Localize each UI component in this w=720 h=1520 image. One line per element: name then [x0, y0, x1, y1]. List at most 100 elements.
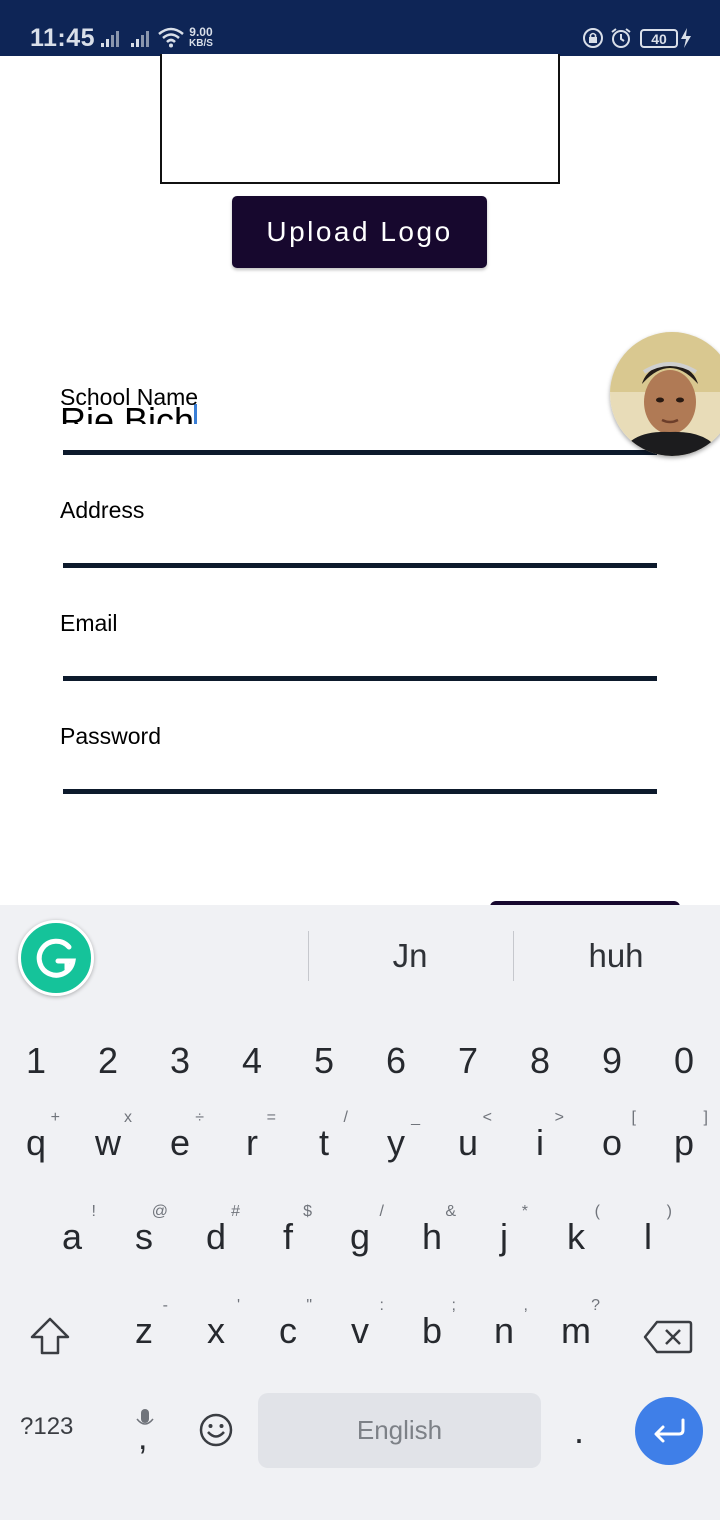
key-label: z	[135, 1310, 153, 1351]
key-0[interactable]: 0	[654, 1031, 714, 1111]
key-g[interactable]: g /	[330, 1199, 390, 1279]
password-field[interactable]: Password	[60, 723, 660, 833]
key-4[interactable]: 4	[222, 1031, 282, 1111]
period-key[interactable]: .	[574, 1410, 584, 1452]
key-label: 6	[385, 1040, 407, 1081]
key-t[interactable]: t /	[294, 1105, 354, 1185]
key-x[interactable]: x '	[186, 1293, 246, 1373]
key-1[interactable]: 1	[6, 1031, 66, 1111]
key-label: h	[421, 1216, 443, 1257]
suggestion-1[interactable]: Jn	[310, 937, 510, 975]
shift-key-icon[interactable]	[28, 1315, 72, 1359]
key-label: 1	[25, 1040, 47, 1081]
key-u[interactable]: u <	[438, 1105, 498, 1185]
key-label: g	[349, 1216, 371, 1257]
email-label: Email	[60, 610, 118, 636]
key-l[interactable]: l)	[618, 1199, 678, 1279]
key-hint: _	[411, 1109, 420, 1126]
key-6[interactable]: 6	[366, 1031, 426, 1111]
password-underline	[63, 789, 657, 794]
password-label: Password	[60, 723, 161, 749]
comma-mic-key[interactable]: ,	[130, 1407, 160, 1459]
key-5[interactable]: 5	[294, 1031, 354, 1111]
rotation-lock-icon	[583, 28, 603, 48]
signal-strength-icon	[131, 31, 149, 47]
key-d[interactable]: d #	[186, 1199, 246, 1279]
key-hint: /	[343, 1109, 348, 1126]
key-label: r	[246, 1122, 258, 1163]
app-screen: 11:45 9.00 KB/S 40 Upload Logo School Na…	[0, 0, 720, 1520]
key-y[interactable]: y _	[366, 1105, 426, 1185]
key-label: 0	[673, 1040, 695, 1081]
grammarly-button[interactable]	[18, 920, 94, 996]
key-label: 5	[313, 1040, 335, 1081]
logo-preview-box	[160, 54, 560, 184]
address-underline	[63, 563, 657, 568]
key-p[interactable]: p]	[654, 1105, 714, 1185]
space-key[interactable]: English	[258, 1393, 541, 1468]
key-8[interactable]: 8	[510, 1031, 570, 1111]
key-hint: '	[236, 1297, 240, 1314]
key-label: c	[279, 1310, 297, 1351]
key-label: w	[95, 1122, 121, 1163]
key-k[interactable]: k(	[546, 1199, 606, 1279]
key-hint: ]	[703, 1109, 708, 1126]
address-field[interactable]: Address	[60, 497, 660, 607]
key-7[interactable]: 7	[438, 1031, 498, 1111]
key-label: o	[601, 1122, 623, 1163]
key-hint: #	[231, 1203, 240, 1220]
key-label: v	[351, 1310, 369, 1351]
enter-arrow-icon	[654, 1418, 685, 1443]
backspace-key-icon[interactable]	[643, 1319, 693, 1355]
key-c[interactable]: c "	[258, 1293, 318, 1373]
key-hint: )	[666, 1203, 672, 1220]
symbols-key[interactable]: ?123	[20, 1413, 73, 1441]
key-9[interactable]: 9	[582, 1031, 642, 1111]
upload-logo-button[interactable]: Upload Logo	[232, 196, 487, 268]
email-field[interactable]: Email	[60, 610, 660, 720]
key-i[interactable]: i >	[510, 1105, 570, 1185]
key-label: k	[567, 1216, 585, 1257]
key-hint: ?	[591, 1297, 600, 1314]
key-label: p	[673, 1122, 695, 1163]
key-3[interactable]: 3	[150, 1031, 210, 1111]
key-b[interactable]: b;	[402, 1293, 462, 1373]
alarm-icon	[611, 28, 631, 48]
key-label: x	[207, 1310, 225, 1351]
key-hint: =	[266, 1109, 276, 1126]
key-a[interactable]: a!	[42, 1199, 102, 1279]
comma-label: ,	[138, 1419, 148, 1457]
key-z[interactable]: z-	[114, 1293, 174, 1373]
key-q[interactable]: q +	[6, 1105, 66, 1185]
key-e[interactable]: e ÷	[150, 1105, 210, 1185]
key-label: t	[318, 1122, 329, 1163]
school-name-label: School Name	[60, 384, 199, 410]
key-hint: $	[303, 1203, 312, 1220]
key-hint: !	[91, 1203, 96, 1220]
key-hint: >	[554, 1109, 564, 1126]
status-bar: 11:45 9.00 KB/S 40	[0, 0, 720, 56]
key-s[interactable]: s @	[114, 1199, 174, 1279]
key-label: m	[561, 1310, 591, 1351]
key-label: s	[135, 1216, 153, 1257]
key-v[interactable]: v:	[330, 1293, 390, 1373]
school-name-field[interactable]: Rie Bich School Name	[60, 384, 660, 494]
suggestion-divider	[308, 931, 309, 981]
key-m[interactable]: m?	[546, 1293, 606, 1373]
network-speed-value: 9.00	[189, 25, 213, 39]
key-label: 7	[457, 1040, 479, 1081]
key-f[interactable]: f $	[258, 1199, 318, 1279]
key-w[interactable]: wx	[78, 1105, 138, 1185]
key-2[interactable]: 2	[78, 1031, 138, 1111]
suggestion-2[interactable]: huh	[516, 937, 716, 975]
key-j[interactable]: j *	[474, 1199, 534, 1279]
key-r[interactable]: r =	[222, 1105, 282, 1185]
key-label: 4	[241, 1040, 263, 1081]
enter-key[interactable]	[635, 1397, 703, 1465]
key-o[interactable]: o[	[582, 1105, 642, 1185]
soft-keyboard: Jn huh 1234567890 q + w x e ÷ r = t / y _ u < i > o[p] a…	[0, 905, 720, 1520]
key-n[interactable]: n,	[474, 1293, 534, 1373]
emoji-icon[interactable]	[198, 1412, 234, 1448]
key-label: q	[25, 1122, 47, 1163]
key-h[interactable]: h &	[402, 1199, 462, 1279]
